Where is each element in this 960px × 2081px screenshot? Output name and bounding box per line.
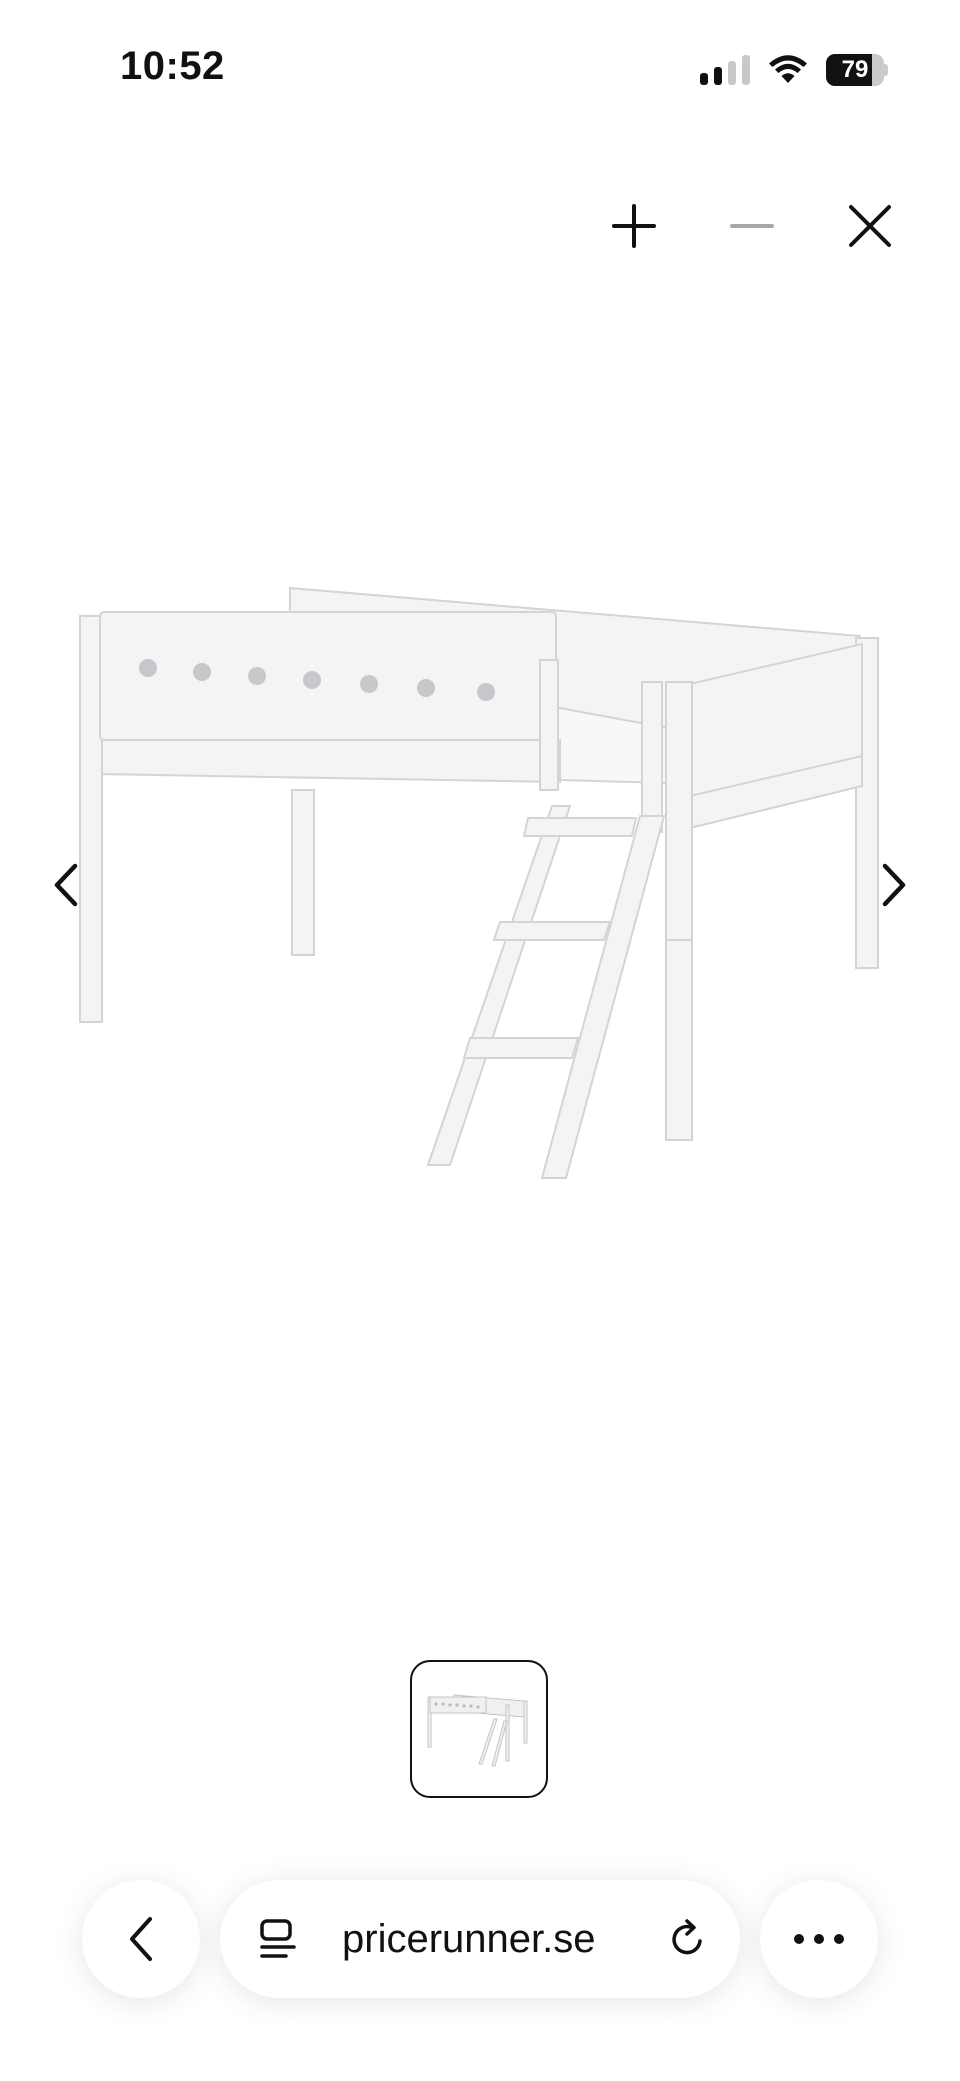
loft-bed-thumbnail xyxy=(427,1694,528,1767)
battery-level: 79 xyxy=(841,56,869,83)
back-button[interactable] xyxy=(82,1880,200,1998)
product-image xyxy=(0,560,960,1200)
status-icons: 79 xyxy=(700,50,888,90)
close-button[interactable] xyxy=(840,196,900,256)
plus-icon xyxy=(612,204,656,248)
zoom-in-button[interactable] xyxy=(604,196,664,256)
viewer-controls xyxy=(604,196,900,256)
image-thumbnail[interactable] xyxy=(410,1660,548,1798)
chevron-right-icon xyxy=(882,863,906,907)
ellipsis-icon xyxy=(794,1934,844,1944)
close-icon xyxy=(849,205,891,247)
status-bar: 10:52 79 xyxy=(0,0,960,140)
address-bar[interactable]: pricerunner.se xyxy=(220,1880,740,1998)
cellular-signal-icon xyxy=(700,55,750,85)
browser-toolbar: pricerunner.se xyxy=(0,1880,960,2000)
chevron-left-icon xyxy=(130,1917,152,1961)
loft-bed-image xyxy=(79,586,879,1179)
reload-icon[interactable] xyxy=(666,1917,710,1961)
zoom-out-button[interactable] xyxy=(722,196,782,256)
next-image-button[interactable] xyxy=(864,840,924,930)
tabs-icon xyxy=(260,1919,296,1958)
more-options-button[interactable] xyxy=(760,1880,878,1998)
previous-image-button[interactable] xyxy=(36,840,96,930)
battery-icon: 79 xyxy=(826,54,888,86)
wifi-icon xyxy=(769,55,807,83)
minus-icon xyxy=(730,224,774,228)
chevron-left-icon xyxy=(54,863,78,907)
status-time: 10:52 xyxy=(120,44,225,88)
url-text: pricerunner.se xyxy=(342,1917,596,1961)
